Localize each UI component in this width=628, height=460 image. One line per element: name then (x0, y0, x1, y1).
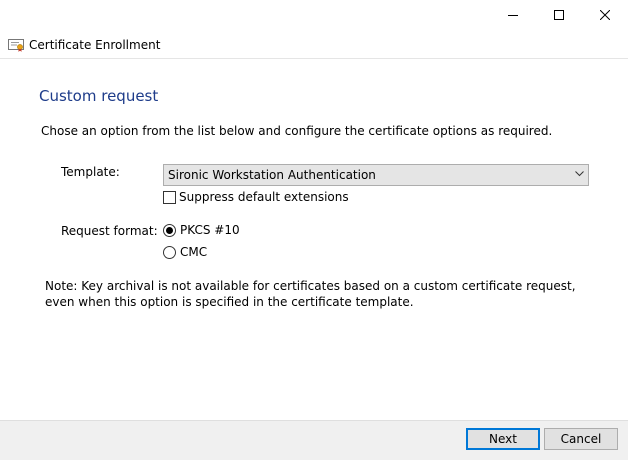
minimize-icon (508, 15, 518, 16)
page-title: Custom request (39, 87, 159, 105)
maximize-button[interactable] (536, 0, 582, 31)
next-button[interactable]: Next (466, 428, 540, 450)
template-selected-value: Sironic Workstation Authentication (168, 168, 376, 182)
window-title: Certificate Enrollment (29, 38, 161, 52)
close-button[interactable] (582, 0, 628, 31)
app-header: Certificate Enrollment (0, 32, 628, 59)
cancel-button[interactable]: Cancel (544, 428, 618, 450)
radio-pkcs10-label: PKCS #10 (180, 223, 240, 237)
template-label: Template: (61, 165, 120, 179)
intro-text: Chose an option from the list below and … (41, 124, 553, 138)
chevron-down-icon (575, 171, 584, 177)
template-dropdown[interactable]: Sironic Workstation Authentication (163, 164, 589, 186)
minimize-button[interactable] (490, 0, 536, 31)
radio-cmc-label: CMC (180, 245, 208, 259)
key-archival-note: Note: Key archival is not available for … (45, 279, 576, 309)
close-icon (600, 10, 610, 20)
maximize-icon (554, 10, 564, 20)
radio-pkcs10[interactable] (163, 224, 176, 237)
certificate-icon (8, 39, 24, 52)
radio-cmc[interactable] (163, 246, 176, 259)
radio-selected-dot (166, 227, 173, 234)
suppress-extensions-label: Suppress default extensions (179, 190, 349, 204)
title-bar (0, 0, 628, 32)
request-format-label: Request format: (61, 224, 158, 238)
suppress-extensions-checkbox[interactable] (163, 191, 176, 204)
